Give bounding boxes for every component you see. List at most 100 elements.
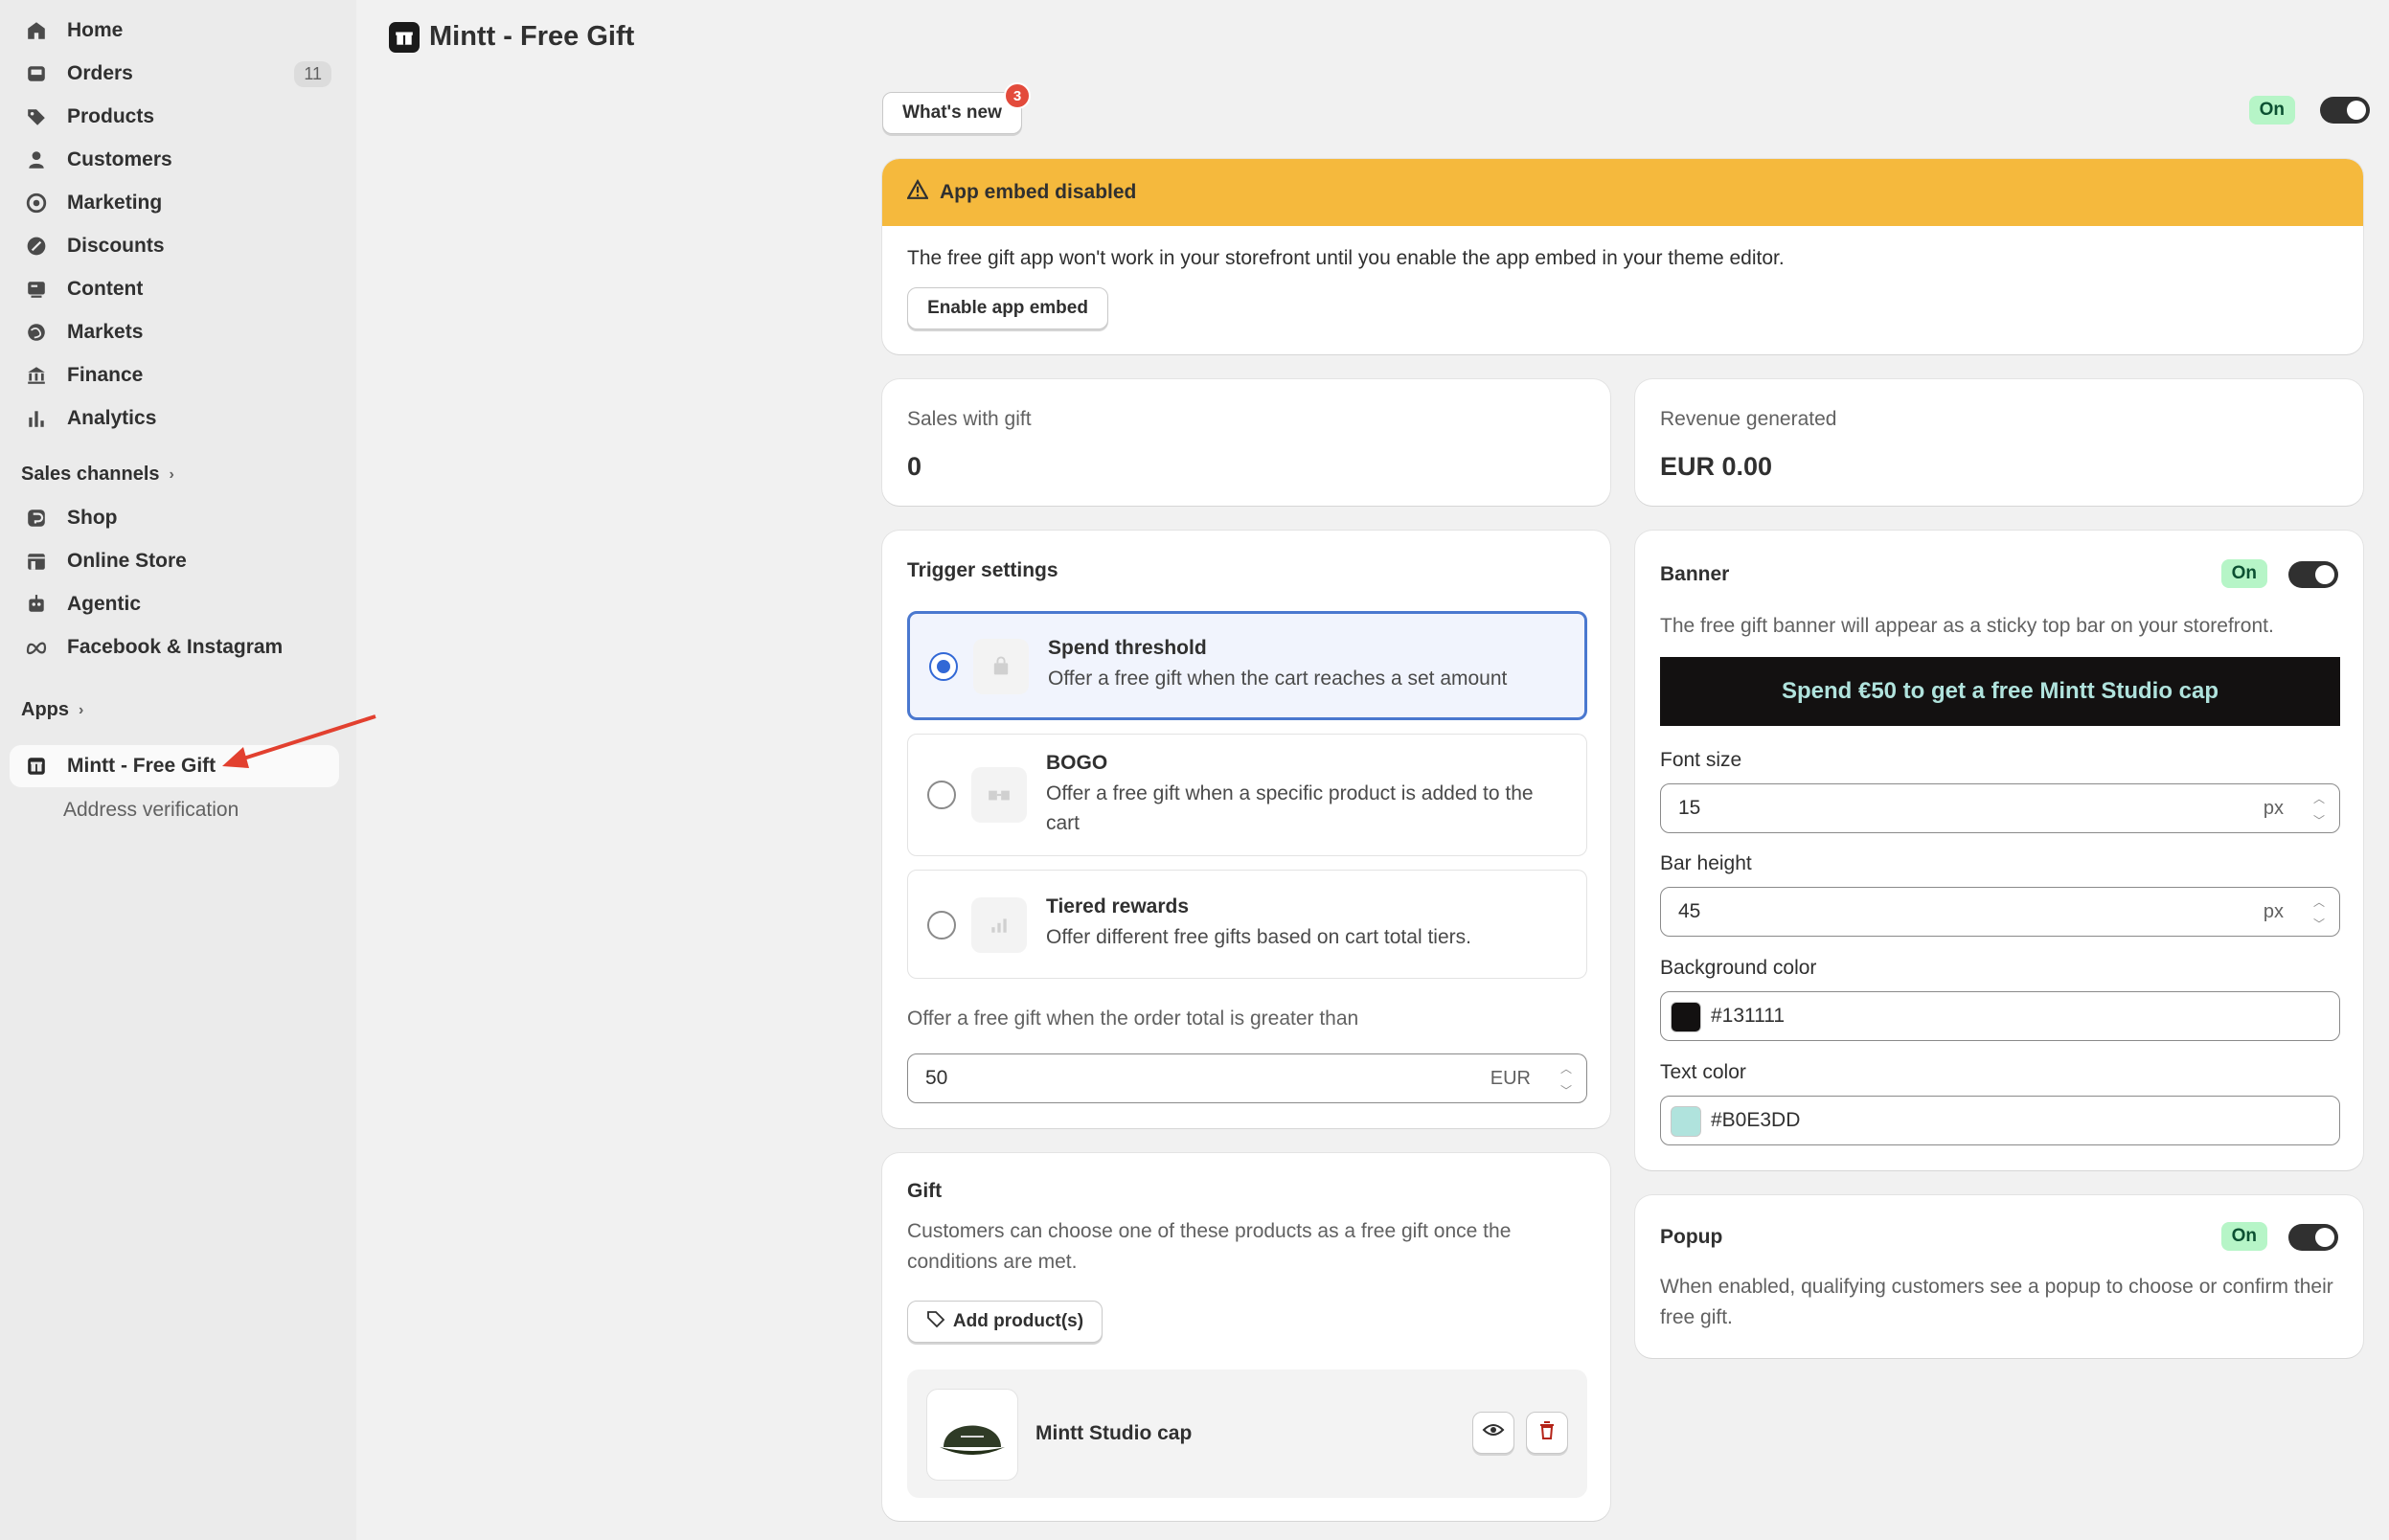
bank-icon bbox=[23, 362, 50, 389]
status-badge: On bbox=[2220, 559, 2267, 588]
stepper[interactable]: ︿ ﹀ bbox=[2309, 790, 2330, 828]
store-icon bbox=[23, 548, 50, 575]
sidebar-item-discounts[interactable]: Discounts bbox=[10, 225, 339, 267]
product-name: Mintt Studio cap bbox=[1035, 1422, 1193, 1444]
stat-value: 0 bbox=[907, 452, 922, 481]
unit-suffix: px bbox=[2263, 901, 2284, 922]
sidebar-item-label: Home bbox=[67, 19, 124, 41]
card-title: Banner bbox=[1660, 563, 1730, 585]
sidebar-item-label: Finance bbox=[67, 364, 144, 386]
app-status: On bbox=[2248, 96, 2370, 125]
trigger-option-tiered-rewards[interactable]: Tiered rewards Offer different free gift… bbox=[907, 870, 1587, 979]
trigger-option-bogo[interactable]: BOGO Offer a free gift when a specific p… bbox=[907, 734, 1587, 856]
bar-height-label: Bar height bbox=[1660, 852, 1752, 874]
sidebar-item-label: Online Store bbox=[67, 550, 187, 572]
status-badge: On bbox=[2220, 1222, 2267, 1251]
stat-value: EUR 0.00 bbox=[1660, 452, 1773, 481]
stepper[interactable]: ︿ ﹀ bbox=[1556, 1060, 1577, 1098]
sidebar-item-label: Mintt - Free Gift bbox=[67, 755, 216, 777]
sidebar-item-facebook-instagram[interactable]: Facebook & Instagram bbox=[10, 626, 339, 668]
color-swatch[interactable] bbox=[1671, 1002, 1701, 1032]
option-description: Offer different free gifts based on cart… bbox=[1046, 926, 1471, 948]
sidebar-item-shop[interactable]: Shop bbox=[10, 497, 339, 539]
gift-product-row: Mintt Studio cap bbox=[907, 1370, 1587, 1498]
chevron-down-icon: ﹀ bbox=[2312, 814, 2325, 827]
background-color-input[interactable]: #131111 bbox=[1660, 991, 2340, 1041]
background-color-label: Background color bbox=[1660, 957, 1817, 979]
sidebar-item-home[interactable]: Home bbox=[10, 10, 339, 52]
color-swatch[interactable] bbox=[1671, 1106, 1701, 1137]
card-title: Popup bbox=[1660, 1226, 1723, 1248]
warning-body: The free gift app won't work in your sto… bbox=[907, 247, 1785, 269]
sidebar-item-content[interactable]: Content bbox=[10, 268, 339, 310]
font-size-input[interactable]: 15 px ︿ ﹀ bbox=[1660, 783, 2340, 833]
apps-header[interactable]: Apps › bbox=[21, 699, 83, 721]
meta-icon bbox=[23, 634, 50, 661]
card-title: Gift bbox=[907, 1180, 943, 1202]
threshold-input[interactable]: 50 EUR ︿ ﹀ bbox=[907, 1053, 1587, 1103]
option-title: Spend threshold bbox=[1048, 637, 1207, 659]
sidebar-subitem-address-verification[interactable]: Address verification bbox=[63, 799, 239, 822]
shop-icon bbox=[23, 505, 50, 532]
stepper[interactable]: ︿ ﹀ bbox=[2309, 894, 2330, 932]
delete-button[interactable] bbox=[1526, 1412, 1568, 1454]
stat-label: Revenue generated bbox=[1660, 408, 1837, 430]
enable-app-embed-button[interactable]: Enable app embed bbox=[907, 287, 1108, 329]
gift-description: Customers can choose one of these produc… bbox=[907, 1220, 1512, 1273]
sidebar-item-customers[interactable]: Customers bbox=[10, 139, 339, 181]
radio-button[interactable] bbox=[929, 652, 958, 681]
stat-label: Sales with gift bbox=[907, 408, 1032, 430]
threshold-label: Offer a free gift when the order total i… bbox=[907, 1008, 1359, 1030]
chevron-up-icon: ︿ bbox=[1559, 1062, 1572, 1076]
sidebar-item-markets[interactable]: Markets bbox=[10, 311, 339, 353]
sidebar-item-label: Shop bbox=[67, 507, 118, 529]
radio-button[interactable] bbox=[927, 781, 956, 809]
card-title: Trigger settings bbox=[907, 559, 1058, 581]
page-title: Mintt - Free Gift bbox=[389, 21, 634, 53]
trigger-settings-card: Trigger settings Spend threshold Offer a… bbox=[882, 531, 1610, 1128]
sidebar-item-analytics[interactable]: Analytics bbox=[10, 397, 339, 440]
chevron-down-icon: ﹀ bbox=[2312, 917, 2325, 931]
popup-description: When enabled, qualifying customers see a… bbox=[1660, 1276, 2333, 1328]
robot-icon bbox=[23, 591, 50, 618]
text-color-input[interactable]: #B0E3DD bbox=[1660, 1096, 2340, 1145]
option-title: BOGO bbox=[1046, 752, 1108, 774]
text-color-label: Text color bbox=[1660, 1061, 1746, 1083]
revenue-generated-card: Revenue generated EUR 0.00 bbox=[1635, 379, 2363, 506]
banner-toggle[interactable] bbox=[2288, 561, 2338, 588]
preview-button[interactable] bbox=[1472, 1412, 1514, 1454]
option-description: Offer a free gift when the cart reaches … bbox=[1048, 668, 1508, 690]
whats-new-button[interactable]: What's new bbox=[882, 92, 1022, 134]
inbox-icon bbox=[23, 60, 50, 87]
sidebar-item-products[interactable]: Products bbox=[10, 96, 339, 138]
orders-count-badge: 11 bbox=[294, 60, 331, 87]
popup-toggle[interactable] bbox=[2288, 1224, 2338, 1251]
annotation-arrow bbox=[222, 714, 376, 768]
content-icon bbox=[23, 276, 50, 303]
radio-button[interactable] bbox=[927, 911, 956, 940]
bar-height-input[interactable]: 45 px ︿ ﹀ bbox=[1660, 887, 2340, 937]
sidebar-item-label: Facebook & Instagram bbox=[67, 636, 284, 658]
banner-settings-card: Banner On The free gift banner will appe… bbox=[1635, 531, 2363, 1170]
sidebar-item-label: Agentic bbox=[67, 593, 142, 615]
trigger-option-spend-threshold[interactable]: Spend threshold Offer a free gift when t… bbox=[907, 611, 1587, 720]
chevron-down-icon: ﹀ bbox=[1559, 1084, 1572, 1098]
notification-badge: 3 bbox=[1004, 82, 1031, 109]
sales-channels-header[interactable]: Sales channels › bbox=[21, 464, 174, 486]
sidebar-item-online-store[interactable]: Online Store bbox=[10, 540, 339, 582]
discount-icon bbox=[23, 233, 50, 260]
app-embed-warning-card: App embed disabled The free gift app won… bbox=[882, 159, 2363, 354]
sidebar-item-marketing[interactable]: Marketing bbox=[10, 182, 339, 224]
banner-description: The free gift banner will appear as a st… bbox=[1660, 615, 2274, 637]
chevron-right-icon: › bbox=[169, 465, 174, 483]
sidebar-item-agentic[interactable]: Agentic bbox=[10, 583, 339, 625]
sidebar-item-orders[interactable]: Orders 11 bbox=[10, 53, 339, 95]
home-icon bbox=[23, 17, 50, 44]
bar-chart-icon bbox=[23, 405, 50, 432]
sidebar-item-finance[interactable]: Finance bbox=[10, 354, 339, 396]
option-title: Tiered rewards bbox=[1046, 895, 1190, 917]
bag-icon bbox=[973, 639, 1029, 694]
app-toggle[interactable] bbox=[2320, 97, 2370, 124]
add-products-button[interactable]: Add product(s) bbox=[907, 1301, 1103, 1343]
warning-icon bbox=[906, 178, 929, 206]
